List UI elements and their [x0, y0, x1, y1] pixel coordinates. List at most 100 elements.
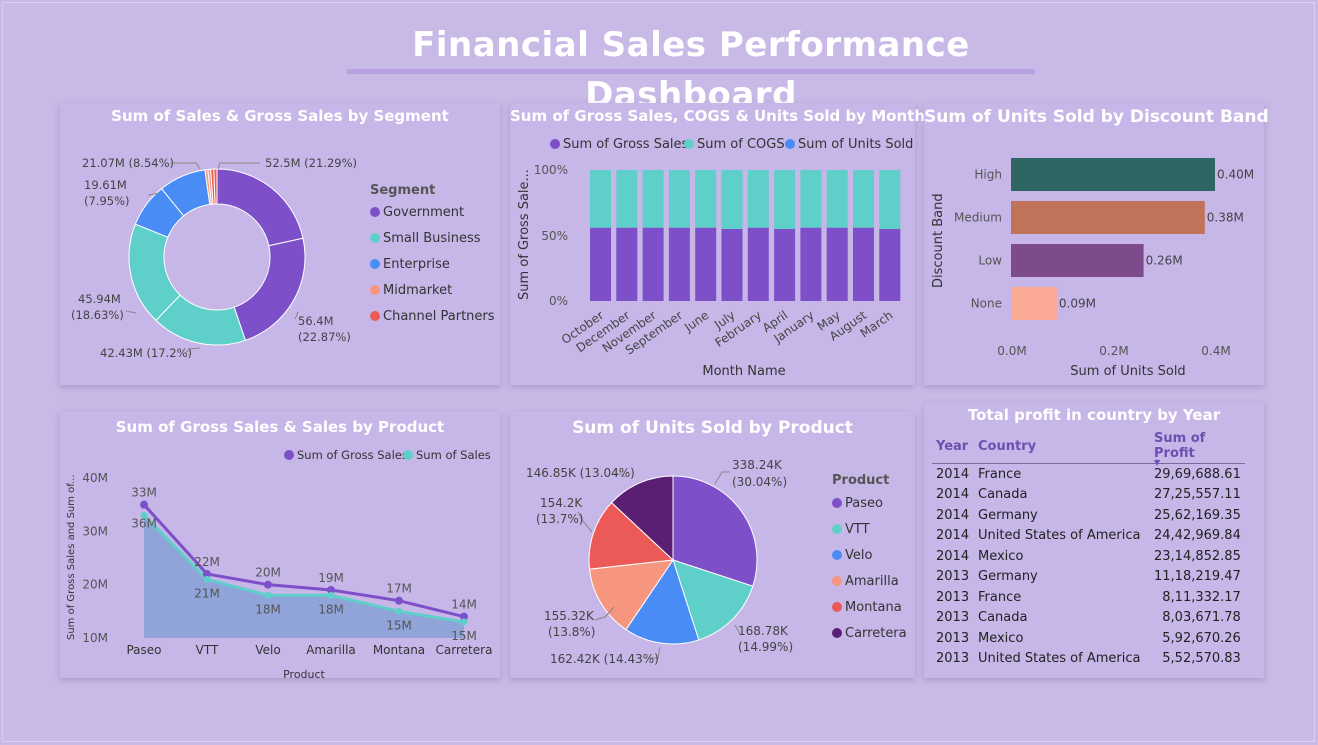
- segment-donut-card[interactable]: Sum of Sales & Gross Sales by Segment 52…: [60, 103, 500, 385]
- discount-chart[interactable]: Discount Band High 0.40M Medium 0.38M Low 0.2…: [924, 133, 1264, 383]
- table-row[interactable]: 2013 Germany 11,18,219.47: [932, 567, 1245, 588]
- months-chart-card[interactable]: Sum of Gross Sales, COGS & Units Sold by…: [510, 103, 934, 385]
- discount-bar-medium[interactable]: [1011, 201, 1205, 234]
- discount-value-label: 0.40M: [1217, 168, 1254, 182]
- units-pie-legend-item[interactable]: Montana: [832, 600, 902, 615]
- country-cell: Germany: [978, 569, 1038, 585]
- profit-cell: 5,92,670.26: [1162, 630, 1241, 646]
- table-row[interactable]: 2014 Germany 25,62,169.35: [932, 505, 1245, 526]
- country-cell: France: [978, 589, 1022, 605]
- discount-chart-card[interactable]: Sum of Units Sold by Discount Band Disco…: [924, 103, 1269, 385]
- gross-sales-bar[interactable]: [879, 228, 901, 301]
- product-line-chart[interactable]: Sum of Gross Sales and Sum of... 40M 30M 2…: [60, 452, 500, 682]
- cogs-bar[interactable]: [721, 170, 743, 229]
- gross-sales-point[interactable]: [264, 580, 272, 589]
- gross-sales-bar[interactable]: [590, 227, 611, 301]
- cogs-bar[interactable]: [695, 170, 717, 228]
- gross-sales-bar[interactable]: [616, 227, 638, 301]
- gross-sales-bar[interactable]: [774, 228, 796, 301]
- product-line-card[interactable]: Sum of Gross Sales & Sales by Product Su…: [60, 412, 500, 681]
- gross-sales-point[interactable]: [140, 500, 148, 509]
- year-cell: 2013: [936, 630, 970, 646]
- table-row[interactable]: 2013 France 8,11,332.17: [932, 587, 1245, 608]
- column-header-year[interactable]: Year: [932, 429, 974, 464]
- column-header-sum-of-profit[interactable]: Sum of Profit ▼: [1150, 429, 1245, 467]
- donut-slice-government[interactable]: [216, 168, 304, 247]
- table-row[interactable]: 2013 Canada 8,03,671.78: [932, 608, 1245, 629]
- table-row[interactable]: 2013 United States of America 5,52,570.83: [932, 649, 1245, 670]
- profit-cell: 11,18,219.47: [1154, 569, 1241, 585]
- segment-legend-item[interactable]: Small Business: [370, 231, 481, 246]
- gross-sales-bar[interactable]: [642, 227, 664, 301]
- units-pie-legend-item[interactable]: VTT: [832, 522, 870, 537]
- gross-sales-bar[interactable]: [668, 227, 690, 301]
- cogs-bar[interactable]: [590, 170, 611, 228]
- cogs-bar[interactable]: [853, 170, 874, 228]
- cogs-bar[interactable]: [774, 170, 796, 229]
- cogs-bar[interactable]: [747, 170, 769, 228]
- units-pie-card[interactable]: Sum of Units Sold by Product 338.24K (30…: [510, 412, 915, 678]
- segment-legend-item[interactable]: Midmarket: [370, 283, 452, 298]
- months-ytick-0: 0%: [549, 294, 568, 308]
- months-chart-title: Sum of Gross Sales, COGS & Units Sold by…: [510, 107, 934, 125]
- gross-sales-bar[interactable]: [747, 227, 769, 301]
- sales-point[interactable]: [327, 591, 335, 599]
- cogs-bar[interactable]: [642, 170, 664, 228]
- table-row[interactable]: 2014 United States of America 24,42,969.84: [932, 526, 1245, 547]
- gross-sales-bar[interactable]: [826, 227, 848, 301]
- cogs-bar[interactable]: [879, 170, 901, 229]
- units-pie-chart[interactable]: 338.24K (30.04%) 168.78K (14.99%) 162.42…: [510, 442, 830, 678]
- cogs-bar[interactable]: [826, 170, 848, 228]
- year-cell: 2014: [936, 487, 970, 503]
- units-pie-legend-item[interactable]: Amarilla: [832, 574, 899, 589]
- donut-slice-government[interactable]: [233, 237, 306, 341]
- segment-donut-chart[interactable]: 52.5M (21.29%) 56.4M (22.87%) 42.43M (17…: [60, 133, 360, 383]
- profit-table-card[interactable]: Total profit in country by Year Year Cou…: [924, 403, 1264, 678]
- pie-label-paseo-pct: (30.04%): [732, 475, 787, 489]
- column-header-country[interactable]: Country: [974, 429, 1150, 464]
- gross-sales-bar[interactable]: [853, 227, 874, 301]
- discount-bar-low[interactable]: [1011, 244, 1144, 277]
- donut-label-enterprise2: 21.07M (8.54%): [82, 156, 174, 170]
- units-pie-legend-item[interactable]: Velo: [832, 548, 872, 563]
- months-chart[interactable]: Sum of Gross Sale... 100% 50% 0% October…: [510, 143, 915, 383]
- discount-bar-none[interactable]: [1011, 287, 1057, 320]
- table-row[interactable]: 2014 France 29,69,688.61: [932, 464, 1245, 485]
- units-pie-legend-item[interactable]: Carretera: [832, 626, 907, 641]
- product-tick-label: Velo: [255, 643, 280, 657]
- sales-data-label: 15M: [386, 618, 412, 632]
- segment-legend-marker: [370, 233, 380, 243]
- units-pie-legend-item[interactable]: Paseo: [832, 496, 883, 511]
- cogs-bar[interactable]: [800, 170, 822, 228]
- table-row[interactable]: 2014 Canada 27,25,557.11: [932, 485, 1245, 506]
- segment-legend-item[interactable]: Enterprise: [370, 257, 450, 272]
- table-row[interactable]: 2013 Mexico 5,92,670.26: [932, 628, 1245, 649]
- sales-data-label: 36M: [131, 516, 157, 530]
- year-cell: 2014: [936, 507, 970, 523]
- sort-desc-icon[interactable]: ▼: [1154, 458, 1160, 467]
- gross-sales-point[interactable]: [395, 596, 403, 605]
- donut-label-enterprise: 19.61M: [84, 178, 127, 192]
- gross-sales-bar[interactable]: [721, 228, 743, 301]
- gross-sales-bar[interactable]: [800, 227, 822, 301]
- table-row[interactable]: 2014 Mexico 23,14,852.85: [932, 546, 1245, 567]
- donut-label-gov2: 56.4M: [298, 314, 334, 328]
- year-cell: 2014: [936, 528, 970, 544]
- product-ytick-label: 40M: [82, 471, 108, 485]
- sales-point[interactable]: [264, 591, 272, 599]
- segment-legend-item[interactable]: Government: [370, 205, 464, 220]
- month-tick-label: June: [681, 308, 711, 335]
- sales-data-label: 21M: [194, 586, 220, 600]
- profit-table[interactable]: Year Country Sum of Profit ▼ 2014 France 2…: [932, 429, 1245, 669]
- segment-legend-marker: [370, 259, 380, 269]
- sales-point[interactable]: [203, 575, 211, 583]
- segment-legend-item[interactable]: Channel Partners: [370, 309, 495, 324]
- sales-point[interactable]: [460, 618, 468, 626]
- product-ytick-label: 20M: [82, 578, 108, 592]
- cogs-bar[interactable]: [616, 170, 638, 228]
- sales-point[interactable]: [395, 607, 403, 615]
- discount-bar-high[interactable]: [1011, 158, 1215, 191]
- cogs-bar[interactable]: [668, 170, 690, 228]
- gross-sales-bar[interactable]: [695, 227, 717, 301]
- pie-label-vtt-value: 168.78K: [738, 624, 789, 638]
